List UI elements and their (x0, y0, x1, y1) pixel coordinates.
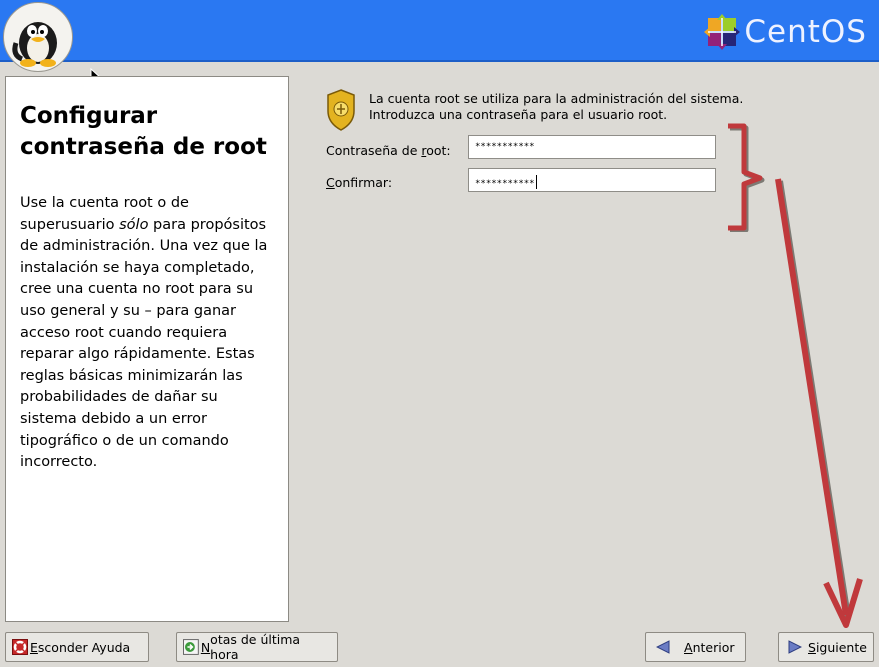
release-notes-icon (183, 639, 199, 655)
release-notes-button[interactable]: Notas de última hora (176, 632, 338, 662)
back-accel: A (684, 639, 693, 655)
help-body-part-2: para propósitos de administración. Una v… (20, 216, 268, 471)
lifebuoy-icon (12, 639, 28, 655)
hide-help-button[interactable]: Esconder Ayuda (5, 632, 149, 662)
back-arrow-icon (656, 640, 670, 654)
confirm-label-accel: C (326, 175, 335, 190)
back-label: nterior (692, 639, 735, 655)
password-value: *********** (475, 142, 535, 152)
help-title: Configurar contraseña de root (20, 101, 278, 163)
hide-help-accel: E (30, 639, 38, 655)
info-text: La cuenta root se utiliza para la admini… (369, 91, 743, 123)
hide-help-label: sconder Ayuda (37, 639, 131, 655)
release-notes-accel: N (200, 639, 211, 655)
password-label-pre: Contraseña de (326, 143, 422, 158)
back-button[interactable]: Anterior (645, 632, 746, 662)
annotation-arrow (775, 178, 863, 628)
header-bar: CentOS (0, 0, 879, 62)
confirm-label-post: onfirmar: (334, 175, 393, 190)
help-body-emphasis: sólo (119, 216, 149, 233)
help-title-line-2: contraseña de root (20, 134, 267, 160)
text-caret (535, 175, 537, 189)
password-label-post: oot: (426, 143, 451, 158)
confirm-label: Confirmar: (326, 175, 392, 190)
logo-text: CentOS (744, 14, 867, 50)
info-line-1: La cuenta root se utiliza para la admini… (369, 91, 744, 106)
centos-mark-icon (704, 14, 741, 50)
penguin-avatar-icon (3, 2, 73, 72)
header-divider (0, 60, 879, 62)
security-badge-icon (327, 89, 355, 131)
next-button[interactable]: Siguiente (778, 632, 874, 662)
password-field[interactable]: *********** (468, 135, 716, 159)
info-line-2: Introduzca una contraseña para el usuari… (369, 107, 668, 122)
help-body-text: Use la cuenta root o de superusuario sól… (20, 193, 278, 474)
help-panel: Configurar contraseña de root Use la cue… (5, 76, 289, 622)
next-label: iguiente (815, 639, 867, 655)
next-accel: S (808, 639, 816, 655)
confirm-value: *********** (475, 179, 535, 189)
centos-logo: CentOS (704, 12, 867, 52)
password-label: Contraseña de root: (326, 143, 451, 158)
help-title-line-1: Configurar (20, 103, 158, 129)
next-arrow-icon (788, 640, 802, 654)
confirm-password-field[interactable]: *********** (468, 168, 716, 192)
release-notes-label: otas de última hora (210, 632, 301, 662)
